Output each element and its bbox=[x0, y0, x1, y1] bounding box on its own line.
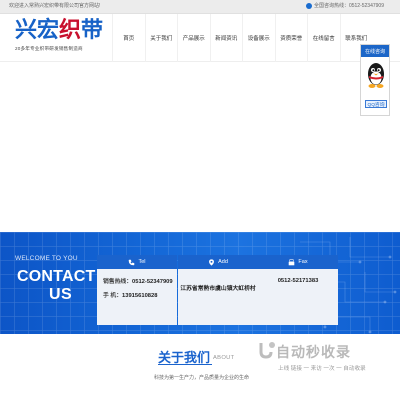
fax-icon bbox=[289, 258, 295, 265]
phone-icon bbox=[305, 2, 312, 9]
sales-hotline-label: 销售热线： bbox=[103, 279, 132, 285]
tel-card-head: Tel bbox=[97, 255, 177, 269]
fax-number: 0512-52171383 bbox=[277, 278, 319, 284]
watermark: 自动秒收录 上线 链接 一 来访 一次 一 自动收录 bbox=[258, 338, 388, 380]
mobile-value: 13915610828 bbox=[122, 293, 158, 299]
fax-card: Fax 0512-52171383 bbox=[258, 255, 338, 325]
banner-contact: CONTACT bbox=[17, 268, 96, 285]
sales-hotline: 销售热线：0512-52347909 bbox=[103, 276, 173, 285]
logo-brand-part1: 兴宏 bbox=[15, 18, 60, 43]
tel-card-body: 销售热线：0512-52347909 手 机：13915610828 bbox=[97, 269, 177, 325]
banner-welcome: WELCOME TO YOU bbox=[15, 255, 78, 262]
watermark-subtitle: 上线 链接 一 来访 一次 一 自动收录 bbox=[278, 366, 366, 372]
nav-item-products[interactable]: 产品展示 bbox=[177, 14, 210, 62]
nav-item-message[interactable]: 在线留言 bbox=[307, 14, 340, 62]
about-intro: 科技为第一生产力，产品质量为企业的生命 bbox=[154, 375, 250, 381]
logo-brand-part2: 织 bbox=[59, 18, 82, 43]
location-pin-icon bbox=[209, 258, 215, 266]
service-title: 在线咨询 bbox=[361, 45, 389, 57]
main-nav: 首页 关于我们 产品展示 新闻资讯 设备展示 资质荣誉 在线留言 联系我们 bbox=[112, 14, 372, 62]
address-card: Add 江苏省常熟市虞山镇大虹桥村 bbox=[178, 255, 258, 325]
address-card-head: Add bbox=[178, 255, 258, 269]
address-text: 江苏省常熟市虞山镇大虹桥村 bbox=[180, 286, 256, 292]
nav-item-about[interactable]: 关于我们 bbox=[144, 14, 178, 62]
nav-item-honors[interactable]: 资质荣誉 bbox=[274, 14, 308, 62]
qq-penguin-icon[interactable] bbox=[366, 61, 386, 89]
nav-item-home[interactable]: 首页 bbox=[112, 14, 145, 62]
logo-brand-part3: 带 bbox=[81, 18, 104, 43]
nav-item-equipment[interactable]: 设备展示 bbox=[242, 14, 275, 62]
phone-icon bbox=[129, 259, 135, 265]
hotline-text: 全国咨询热线：0512-52347909 bbox=[313, 3, 384, 9]
fax-card-title: Fax bbox=[298, 259, 308, 265]
welcome-text: 欢迎进入常熟兴宏织带有限公司官方网站! bbox=[9, 3, 101, 9]
sales-hotline-value: 0512-52347909 bbox=[132, 279, 173, 285]
about-title-en: ABOUT bbox=[213, 355, 235, 361]
fax-card-head: Fax bbox=[258, 255, 338, 269]
fax-card-body: 0512-52171383 bbox=[258, 269, 338, 325]
tel-card-title: Tel bbox=[138, 259, 146, 265]
logo-slogan: 20多年专业织带研发销售制造商 bbox=[15, 46, 83, 51]
contact-banner: WELCOME TO YOU CONTACT US Tel 销售热线：0512-… bbox=[0, 232, 400, 334]
qq-consult-button[interactable]: QQ咨询 bbox=[365, 100, 387, 108]
address-card-title: Add bbox=[218, 259, 228, 265]
header: 兴宏织带 20多年专业织带研发销售制造商 首页 关于我们 产品展示 新闻资讯 设… bbox=[0, 14, 400, 62]
hotline: 全国咨询热线：0512-52347909 bbox=[305, 2, 384, 9]
tel-card: Tel 销售热线：0512-52347909 手 机：13915610828 bbox=[97, 255, 177, 325]
about-title-underline bbox=[158, 364, 212, 365]
watermark-logo-icon bbox=[259, 342, 275, 359]
watermark-title: 自动秒收录 bbox=[276, 344, 351, 360]
logo-brand: 兴宏织带 bbox=[15, 20, 115, 42]
address-card-body: 江苏省常熟市虞山镇大虹桥村 bbox=[178, 269, 258, 325]
mobile-label: 手 机： bbox=[103, 293, 123, 299]
logo[interactable]: 兴宏织带 20多年专业织带研发销售制造商 bbox=[15, 20, 115, 58]
nav-item-news[interactable]: 新闻资讯 bbox=[209, 14, 243, 62]
banner-us: US bbox=[49, 286, 73, 303]
mobile: 手 机：13915610828 bbox=[103, 290, 157, 299]
online-service-widget: 在线咨询 QQ咨询 bbox=[360, 44, 390, 116]
top-bar: 欢迎进入常熟兴宏织带有限公司官方网站! 全国咨询热线：0512-52347909 bbox=[0, 0, 400, 14]
